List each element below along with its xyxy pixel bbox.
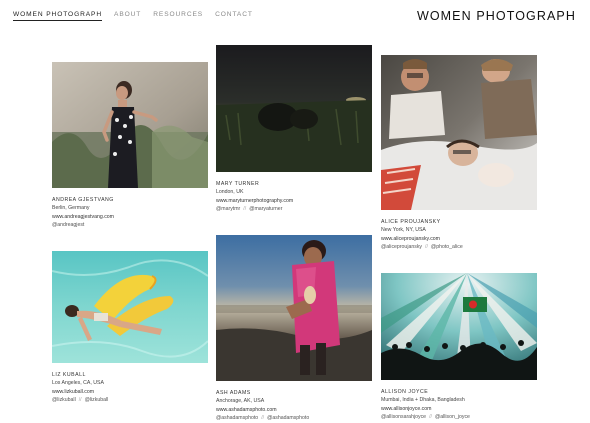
photographer-website-link[interactable]: www.lizkuball.com [52, 388, 208, 396]
photographer-name: ALLISON JOYCE [381, 389, 429, 395]
photographer-card: MARY TURNER London, UK www.maryturnerpho… [216, 45, 372, 214]
nav-about[interactable]: ABOUT [114, 11, 141, 21]
photographer-location: Mumbai, India + Dhaka, Bangladesh [381, 397, 465, 404]
photographer-caption: LIZ KUBALL Los Angeles, CA, USA www.lizk… [52, 371, 208, 405]
photographer-name: ASH ADAMS [216, 390, 251, 396]
photographer-caption: ANDREA GJESTVANG Berlin, Germany www.and… [52, 196, 208, 230]
photographer-card: ALICE PROUJANSKY New York, NY, USA www.a… [381, 55, 537, 252]
social-handles: @marytmr//@maryaturner [216, 205, 372, 213]
instagram-handle-link[interactable]: @lizkuball [52, 397, 76, 403]
photographer-website-link[interactable]: www.maryturnerphotography.com [216, 197, 372, 205]
photo-ash-adams[interactable] [216, 235, 372, 381]
photo-image [216, 45, 372, 172]
photo-image [381, 273, 537, 380]
handle-separator: // [243, 206, 247, 213]
social-handles: @lizkuball//@lizkuball [52, 396, 208, 404]
photo-image [52, 62, 208, 188]
nav-home[interactable]: WOMEN PHOTOGRAPH [13, 11, 103, 21]
photographer-name: ALICE PROUJANSKY [381, 219, 441, 225]
photographer-card: LIZ KUBALL Los Angeles, CA, USA www.lizk… [52, 251, 208, 405]
photographer-caption: ALLISON JOYCE Mumbai, India + Dhaka, Ban… [381, 388, 537, 422]
photo-alice-proujansky[interactable] [381, 55, 537, 210]
twitter-handle-link[interactable]: @maryaturner [249, 206, 282, 212]
instagram-handle-link[interactable]: @allisonsarahjoyce [381, 414, 426, 420]
twitter-handle-link[interactable]: @lizkuball [85, 397, 109, 403]
photo-image [216, 235, 372, 381]
twitter-handle-link[interactable]: @photo_alice [431, 244, 463, 250]
photographer-name: LIZ KUBALL [52, 372, 86, 378]
instagram-handle-link[interactable]: @aliceproujansky [381, 244, 422, 250]
photo-allison-joyce[interactable] [381, 273, 537, 380]
photographer-website-link[interactable]: www.andreagjestvang.com [52, 213, 208, 221]
instagram-handle-link[interactable]: @ashadamsphoto [216, 415, 258, 421]
handle-separator: // [429, 414, 432, 421]
photo-image [381, 55, 537, 210]
nav-resources[interactable]: RESOURCES [153, 11, 203, 21]
photographer-location: London, UK [216, 189, 244, 196]
instagram-handle-link[interactable]: @marytmr [216, 206, 240, 212]
photographer-caption: MARY TURNER London, UK www.maryturnerpho… [216, 180, 372, 214]
nav-contact[interactable]: CONTACT [215, 11, 253, 21]
social-handles: @ashadamsphoto//@ashadamsphoto [216, 414, 372, 422]
photo-andrea-gjestvang[interactable] [52, 62, 208, 188]
site-logo[interactable]: WOMEN PHOTOGRAPH [417, 9, 576, 23]
photo-mary-turner[interactable] [216, 45, 372, 172]
photographer-caption: ALICE PROUJANSKY New York, NY, USA www.a… [381, 218, 537, 252]
social-handles: @allisonsarahjoyce//@allison_joyce [381, 413, 537, 421]
photographer-card: ALLISON JOYCE Mumbai, India + Dhaka, Ban… [381, 273, 537, 422]
social-handles: @aliceproujansky//@photo_alice [381, 243, 537, 251]
handle-separator: // [425, 244, 428, 251]
handle-separator: // [78, 397, 82, 404]
photographer-caption: ASH ADAMS Anchorage, AK, USA www.ashadam… [216, 389, 372, 423]
photographer-location: Berlin, Germany [52, 205, 90, 212]
photographer-website-link[interactable]: www.ashadamsphoto.com [216, 406, 372, 414]
social-handles: @andreagjest [52, 221, 208, 229]
photographer-card: ASH ADAMS Anchorage, AK, USA www.ashadam… [216, 235, 372, 423]
photographer-card: ANDREA GJESTVANG Berlin, Germany www.and… [52, 62, 208, 230]
photographer-name: MARY TURNER [216, 181, 260, 187]
photographer-website-link[interactable]: www.allisonjoyce.com [381, 405, 537, 413]
twitter-handle-link[interactable]: @ashadamsphoto [267, 415, 309, 421]
photographer-location: Anchorage, AK, USA [216, 398, 265, 405]
main-nav: WOMEN PHOTOGRAPH ABOUT RESOURCES CONTACT [13, 11, 253, 21]
twitter-handle-link[interactable]: @allison_joyce [435, 414, 470, 420]
photographer-website-link[interactable]: www.aliceproujansky.com [381, 235, 537, 243]
photographer-location: New York, NY, USA [381, 227, 426, 234]
photo-liz-kuball[interactable] [52, 251, 208, 363]
instagram-handle-link[interactable]: @andreagjest [52, 222, 84, 228]
photo-image [52, 251, 208, 363]
photographer-location: Los Angeles, CA, USA [52, 380, 104, 387]
handle-separator: // [261, 415, 265, 422]
photographer-name: ANDREA GJESTVANG [52, 197, 114, 203]
